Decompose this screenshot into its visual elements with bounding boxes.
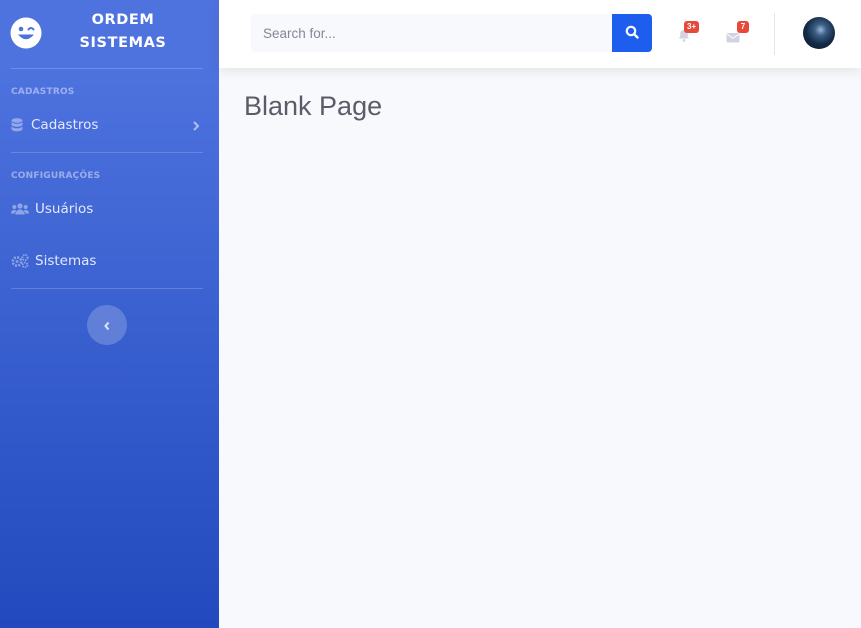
search-button[interactable] bbox=[612, 14, 652, 52]
sidebar-item-label: Cadastros bbox=[31, 117, 99, 133]
sidebar-item-label: Sistemas bbox=[35, 253, 97, 269]
topbar: 3+ 7 bbox=[219, 0, 861, 68]
user-avatar[interactable] bbox=[803, 17, 835, 49]
messages-dropdown[interactable]: 7 bbox=[726, 21, 756, 46]
cogs-icon bbox=[11, 253, 31, 269]
users-icon bbox=[11, 201, 31, 217]
sidebar-item-sistemas[interactable]: Sistemas bbox=[11, 249, 206, 273]
page-title: Blank Page bbox=[244, 91, 383, 121]
sidebar: ORDEM SISTEMAS CADASTROS Cadastros CONFI… bbox=[0, 0, 219, 628]
sidebar-item-cadastros[interactable]: Cadastros bbox=[11, 113, 206, 137]
alerts-counter-badge: 3+ bbox=[684, 21, 700, 33]
sidebar-heading-cadastros: CADASTROS bbox=[11, 87, 75, 97]
chevron-right-icon bbox=[191, 118, 201, 132]
sidebar-divider bbox=[11, 288, 203, 289]
brand-name: ORDEM SISTEMAS bbox=[62, 9, 184, 55]
sidebar-divider bbox=[11, 68, 203, 69]
chevron-left-icon bbox=[103, 316, 111, 335]
messages-counter-badge: 7 bbox=[737, 21, 749, 33]
search-icon bbox=[625, 25, 639, 42]
sidebar-divider bbox=[11, 152, 203, 153]
sidebar-brand[interactable]: ORDEM SISTEMAS bbox=[0, 0, 219, 68]
database-icon bbox=[11, 117, 31, 133]
brand-name-line1: ORDEM bbox=[91, 12, 155, 28]
brand-name-line2: SISTEMAS bbox=[79, 35, 167, 51]
sidebar-toggle-button[interactable] bbox=[87, 305, 127, 345]
sidebar-item-usuarios[interactable]: Usuários bbox=[11, 197, 206, 221]
laugh-wink-icon bbox=[10, 17, 42, 49]
topbar-divider bbox=[774, 13, 775, 55]
search-form bbox=[251, 14, 652, 52]
alerts-dropdown[interactable]: 3+ bbox=[678, 21, 708, 46]
search-input[interactable] bbox=[251, 14, 612, 52]
sidebar-item-label: Usuários bbox=[35, 201, 94, 217]
sidebar-heading-configuracoes: CONFIGURAÇÕES bbox=[11, 171, 101, 181]
